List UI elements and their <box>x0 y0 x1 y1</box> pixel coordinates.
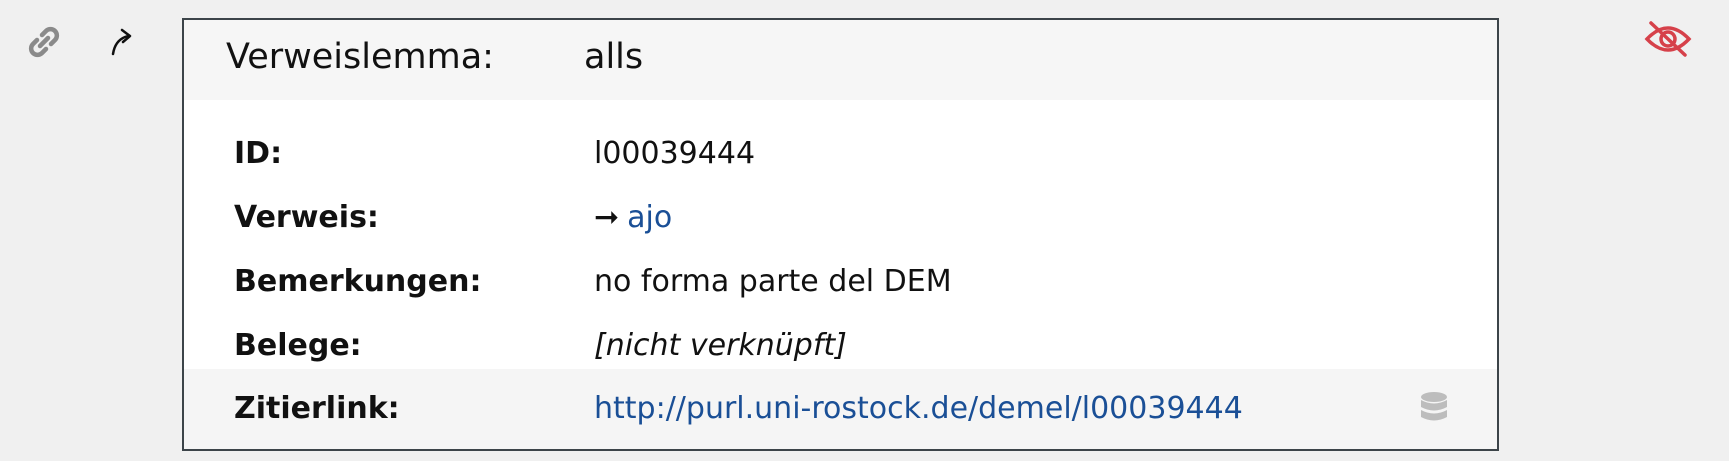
entry-card: Verweislemma: alls ID: l00039444 Verweis… <box>182 18 1499 451</box>
right-arrow-icon: ➞ <box>594 200 620 235</box>
row-value: l00039444 <box>594 136 756 171</box>
verweis-link[interactable]: ajo <box>627 200 672 235</box>
citation-footer: Zitierlink: http://purl.uni-rostock.de/d… <box>184 369 1497 449</box>
card-header: Verweislemma: alls <box>184 20 1497 100</box>
row-label: ID: <box>234 136 283 171</box>
head-label: Verweislemma: <box>226 37 494 77</box>
row-id: ID: l00039444 <box>184 122 1497 186</box>
row-value: ➞ ajo <box>594 200 672 235</box>
detail-rows: ID: l00039444 Verweis: ➞ ajo Bemerkungen:… <box>184 100 1497 378</box>
row-verweis: Verweis: ➞ ajo <box>184 186 1497 250</box>
cite-label: Zitierlink: <box>234 391 400 426</box>
row-label: Bemerkungen: <box>234 264 482 299</box>
row-bemerkungen: Bemerkungen: no forma parte del DEM <box>184 250 1497 314</box>
row-value: no forma parte del DEM <box>594 264 952 299</box>
cite-link[interactable]: http://purl.uni-rostock.de/demel/l000394… <box>594 391 1243 426</box>
eye-slash-icon[interactable] <box>1640 16 1696 62</box>
database-icon[interactable] <box>1419 391 1449 427</box>
link-icon[interactable] <box>24 22 64 62</box>
row-label: Belege: <box>234 328 362 363</box>
row-value: [nicht verknüpft] <box>594 328 847 363</box>
row-label: Verweis: <box>234 200 379 235</box>
head-value: alls <box>584 37 644 77</box>
return-arrow-icon[interactable] <box>104 22 144 62</box>
